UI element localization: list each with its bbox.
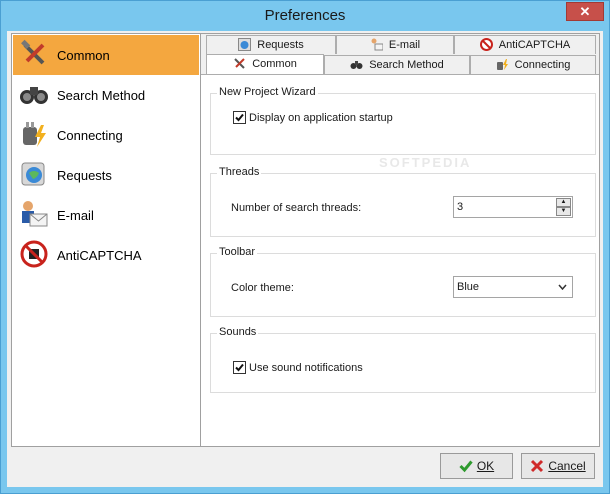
- group-title: Toolbar: [217, 246, 258, 258]
- sidebar-item-label: E-mail: [57, 208, 94, 223]
- common-tab-page: SOFTPEDIA New Project Wizard Display on …: [201, 74, 599, 446]
- tab-label: Requests: [257, 39, 304, 51]
- display-on-startup-checkbox[interactable]: Display on application startup: [233, 111, 393, 124]
- group-title: New Project Wizard: [217, 86, 318, 98]
- checkbox-label: Display on application startup: [249, 112, 393, 124]
- window-title: Preferences: [264, 7, 346, 24]
- globe-request-icon: [21, 162, 45, 186]
- tab-anticaptcha[interactable]: AntiCAPTCHA: [454, 35, 596, 54]
- select-value: Blue: [457, 281, 480, 293]
- sidebar-item-anticaptcha[interactable]: AntiCAPTCHA: [13, 235, 199, 275]
- cancel-button[interactable]: Cancel: [521, 453, 595, 479]
- tab-label: AntiCAPTCHA: [498, 39, 571, 51]
- email-user-icon: [22, 201, 48, 227]
- tab-label: Connecting: [514, 59, 571, 71]
- client-area: Common Search Method Connecting Requests…: [7, 31, 603, 487]
- no-robot-icon: [479, 38, 493, 51]
- plug-icon: [496, 59, 508, 70]
- tab-email[interactable]: E-mail: [336, 35, 454, 54]
- tab-search-method[interactable]: Search Method: [324, 55, 470, 74]
- preferences-window: Preferences ✕ Common Search Method Conne…: [0, 0, 610, 494]
- title-bar[interactable]: Preferences ✕: [1, 1, 609, 31]
- cross-icon: [531, 459, 544, 473]
- spinner-arrows: ▲ ▼: [556, 198, 571, 216]
- checkbox-label: Use sound notifications: [249, 362, 363, 374]
- spinner-value: 3: [457, 201, 464, 213]
- binoculars-icon: [20, 87, 48, 104]
- email-user-icon: [371, 38, 383, 51]
- sidebar-item-connecting[interactable]: Connecting: [13, 115, 199, 155]
- no-robot-icon: [20, 240, 48, 268]
- sidebar-item-label: AntiCAPTCHA: [57, 248, 142, 263]
- color-theme-select[interactable]: Blue: [453, 276, 573, 298]
- group-sounds: Sounds Use sound notifications: [210, 326, 596, 393]
- sidebar-item-label: Connecting: [57, 128, 123, 143]
- checkbox-box[interactable]: [233, 361, 246, 374]
- tab-label: E-mail: [388, 39, 421, 51]
- spinner-up-icon[interactable]: ▲: [556, 198, 571, 207]
- group-title: Threads: [217, 166, 262, 178]
- tab-label: Search Method: [369, 59, 444, 71]
- search-threads-spinner[interactable]: 3 ▲ ▼: [453, 196, 573, 218]
- sidebar-item-label: Requests: [57, 168, 112, 183]
- tools-icon: [234, 58, 245, 69]
- cancel-button-label: Cancel: [548, 459, 586, 473]
- color-theme-label: Color theme:: [231, 282, 294, 294]
- search-threads-label: Number of search threads:: [231, 202, 362, 214]
- plug-icon: [23, 122, 46, 147]
- group-title: Sounds: [217, 326, 259, 338]
- tab-common[interactable]: Common: [206, 54, 324, 74]
- tools-icon: [21, 39, 45, 65]
- check-mark-icon: [235, 363, 244, 372]
- settings-panel: Requests E-mail AntiCAPTCHA Common Searc…: [200, 33, 600, 447]
- sidebar-item-search-method[interactable]: Search Method: [13, 75, 199, 115]
- sidebar-item-requests[interactable]: Requests: [13, 155, 199, 195]
- watermark: SOFTPEDIA: [379, 155, 472, 170]
- chevron-down-icon: [558, 284, 567, 290]
- spinner-down-icon[interactable]: ▼: [556, 207, 571, 216]
- tab-requests[interactable]: Requests: [206, 35, 336, 54]
- tab-label: Common: [252, 58, 297, 70]
- close-button[interactable]: ✕: [566, 2, 604, 21]
- sidebar-item-common[interactable]: Common: [13, 35, 199, 75]
- sound-notifications-checkbox[interactable]: Use sound notifications: [233, 361, 363, 374]
- ok-button-label: OK: [476, 459, 495, 473]
- sidebar-item-label: Common: [57, 48, 110, 63]
- binoculars-icon: [350, 61, 363, 69]
- sidebar-item-label: Search Method: [57, 88, 146, 103]
- group-new-project-wizard: New Project Wizard Display on applicatio…: [210, 86, 596, 155]
- category-sidebar: Common Search Method Connecting Requests…: [11, 33, 201, 447]
- group-toolbar: Toolbar Color theme: Blue: [210, 246, 596, 317]
- sidebar-item-email[interactable]: E-mail: [13, 195, 199, 235]
- ok-button[interactable]: OK: [440, 453, 513, 479]
- group-threads: Threads Number of search threads: 3 ▲ ▼: [210, 166, 596, 237]
- check-icon: [459, 460, 473, 473]
- tab-connecting[interactable]: Connecting: [470, 55, 596, 74]
- checkbox-box[interactable]: [233, 111, 246, 124]
- globe-request-icon: [238, 38, 252, 51]
- check-mark-icon: [235, 113, 244, 122]
